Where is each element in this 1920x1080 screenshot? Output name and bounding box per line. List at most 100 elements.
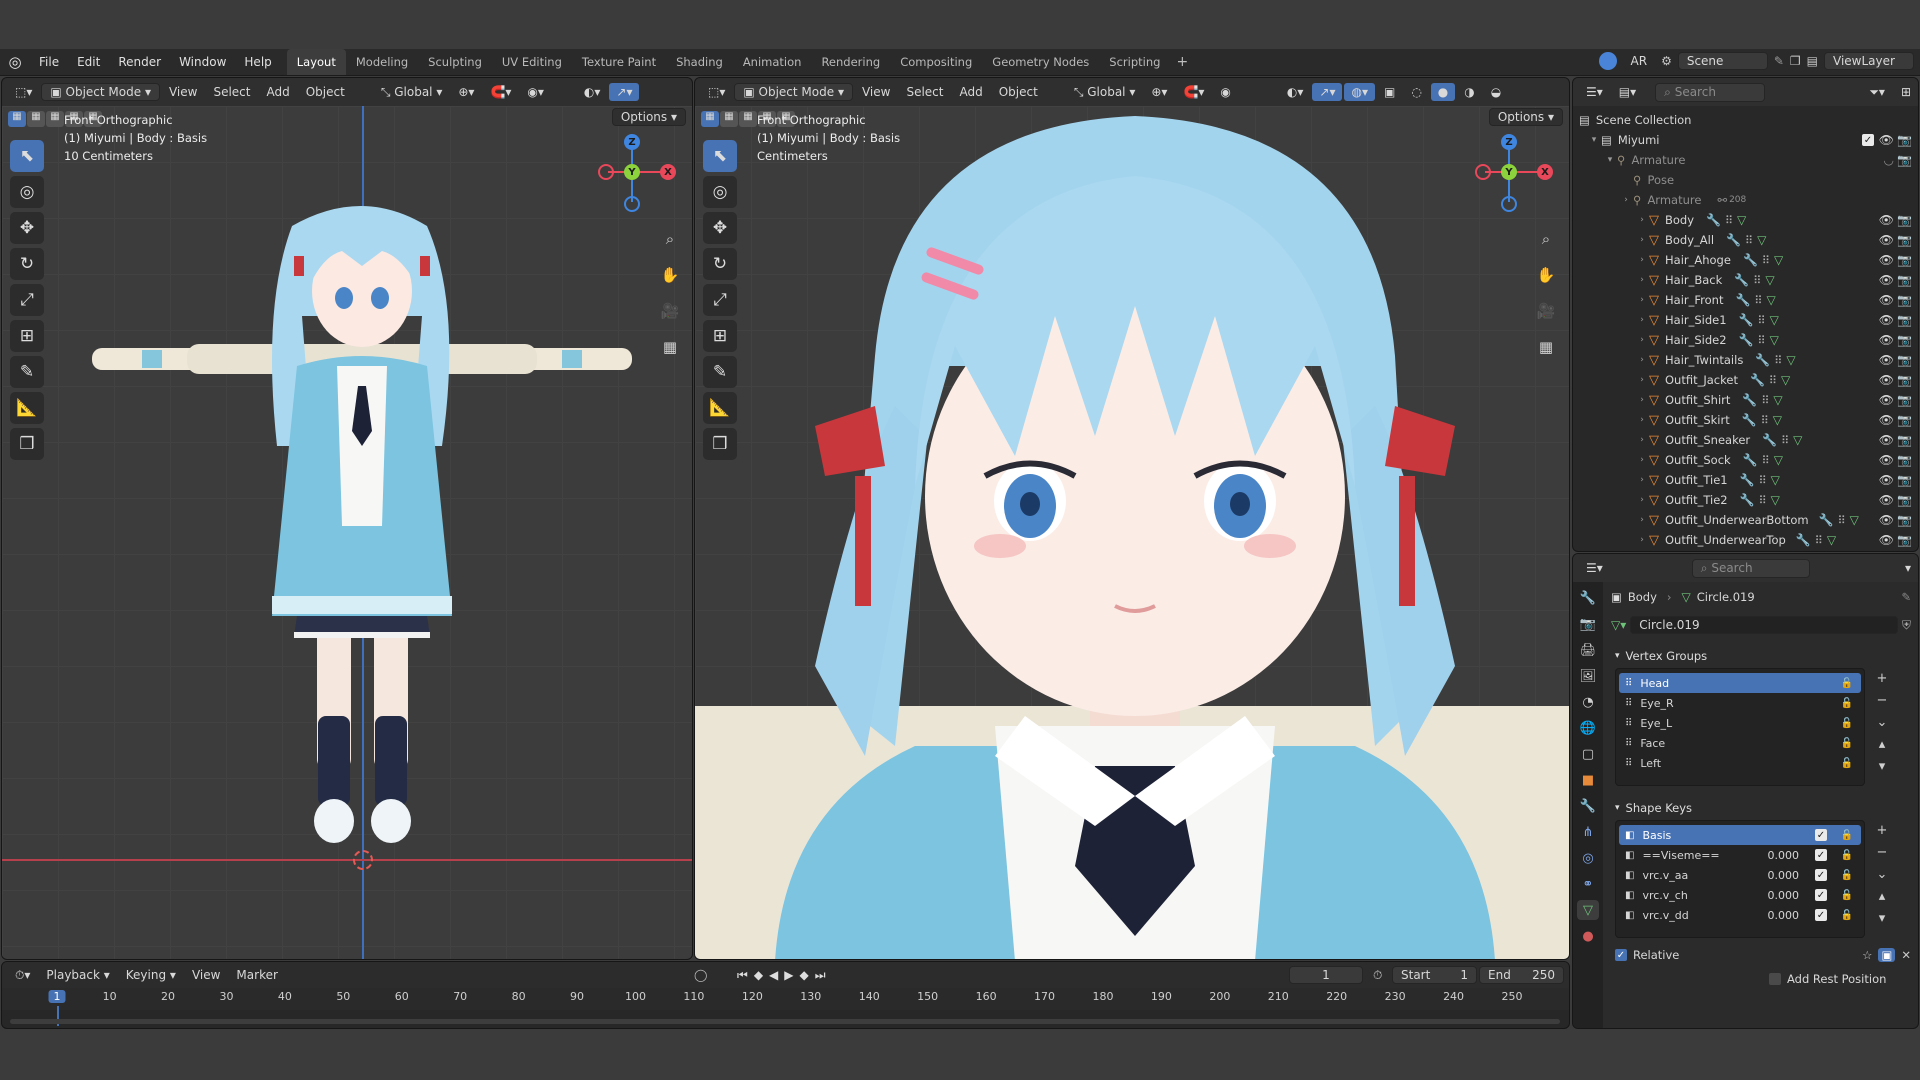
vertex-group-item[interactable]: ⠿ Eye_R 🔓 [1619, 693, 1861, 713]
shape-key-value[interactable]: 0.000 [1768, 889, 1800, 902]
outliner-object-row[interactable]: › ▽ Hair_Ahoge 🔧 ⠿ ▽ 👁 📷 [1573, 250, 1918, 270]
move-tool[interactable]: ✥ [10, 212, 44, 244]
shading-rendered-icon[interactable]: ◒ [1484, 83, 1508, 101]
overlay-toggle-icon[interactable]: ◍▾ [1344, 83, 1375, 101]
options-dropdown[interactable]: Options ▾ [611, 108, 686, 126]
visibility-eye-icon[interactable]: 👁 [1879, 353, 1894, 367]
visibility-eye-icon[interactable]: 👁 [1879, 133, 1894, 147]
shading-material-icon[interactable]: ◑ [1457, 83, 1481, 101]
new-scene-icon[interactable]: ❐ [1790, 54, 1801, 68]
render-camera-icon[interactable]: 📷 [1897, 493, 1912, 507]
add-cube-tool[interactable]: ❒ [10, 428, 44, 460]
outliner-object-row[interactable]: › ▽ Outfit_Sock 🔧 ⠿ ▽ 👁 📷 [1573, 450, 1918, 470]
world-tab-icon[interactable]: 🌐 [1577, 718, 1599, 738]
character-close-up[interactable] [695, 106, 1570, 960]
select-subtract-icon[interactable]: ▦ [46, 111, 64, 127]
pin-shapekey-icon[interactable]: ☆ [1862, 948, 1872, 962]
jump-end-icon[interactable]: ⏭ [815, 968, 826, 983]
expand-icon[interactable]: › [1635, 395, 1649, 405]
shape-key-mute-checkbox[interactable]: ✓ [1815, 849, 1827, 861]
transform-tool[interactable]: ⊞ [10, 320, 44, 352]
outliner-object-row[interactable]: › ▽ Body_All 🔧 ⠿ ▽ 👁 📷 [1573, 230, 1918, 250]
timeline-ruler[interactable]: 1 10 20 30 40 50 60 70 80 90 100 110 120 130 140 150 160… [2, 988, 1569, 1026]
tab-compositing[interactable]: Compositing [890, 49, 982, 75]
visibility-eye-icon[interactable]: 👁 [1879, 273, 1894, 287]
annotate-tool-2[interactable]: ✎ [703, 356, 737, 388]
camera-icon[interactable]: 🎥 [657, 298, 683, 324]
particles-tab-icon[interactable]: ⋔ [1577, 822, 1599, 842]
move-tool-2[interactable]: ✥ [703, 212, 737, 244]
modifier-icon[interactable]: 🔧 [1762, 433, 1777, 447]
shape-key-value[interactable]: 0.000 [1768, 849, 1800, 862]
render-camera-icon[interactable]: 📷 [1897, 353, 1912, 367]
shapekey-specials-icon[interactable]: ⌄ [1871, 864, 1893, 884]
modifier-icon[interactable]: 🔧 [1742, 393, 1757, 407]
orientation-select-2[interactable]: ⤡ Global ▾ [1067, 83, 1143, 102]
options-dropdown-2[interactable]: Options ▾ [1488, 108, 1563, 126]
outliner-object-row[interactable]: › ▽ Outfit_Jacket 🔧 ⠿ ▽ 👁 📷 [1573, 370, 1918, 390]
visibility-eye-icon[interactable]: 👁 [1879, 393, 1894, 407]
shapekey-move-down-icon[interactable]: ▾ [1871, 908, 1893, 928]
shape-key-item[interactable]: ◧ vrc.v_dd 0.000 ✓ 🔓 [1619, 905, 1861, 925]
modifier-icon[interactable]: 🔧 [1735, 293, 1750, 307]
expand-icon[interactable]: › [1635, 255, 1649, 265]
physics-tab-icon[interactable]: ◎ [1577, 848, 1599, 868]
gizmo-y[interactable]: Y [624, 164, 640, 180]
tab-modeling[interactable]: Modeling [346, 49, 418, 75]
snap-icon-2[interactable]: 🧲▾ [1176, 83, 1211, 101]
vgroup-move-up-icon[interactable]: ▴ [1871, 734, 1893, 754]
shapekey-move-up-icon[interactable]: ▴ [1871, 886, 1893, 906]
lock-icon[interactable]: 🔓 [1841, 830, 1853, 841]
select-extend-icon-2[interactable]: ▦ [720, 111, 738, 127]
visibility-eye-icon[interactable]: 👁 [1879, 473, 1894, 487]
vgroup-remove-icon[interactable]: − [1871, 690, 1893, 710]
vertex-group-item[interactable]: ⠿ Eye_L 🔓 [1619, 713, 1861, 733]
navigation-gizmo-2[interactable]: Z X Y [1475, 134, 1555, 214]
gizmo-neg-x[interactable] [598, 164, 614, 180]
timeline-view-menu[interactable]: View [185, 966, 227, 984]
select-tool[interactable]: ⬉ [10, 140, 44, 172]
select-tool-2[interactable]: ⬉ [703, 140, 737, 172]
lock-icon[interactable]: 🔓 [1841, 890, 1853, 901]
select-extend-icon[interactable]: ▦ [27, 111, 45, 127]
expand-icon[interactable]: › [1635, 275, 1649, 285]
play-reverse-icon[interactable]: ◀ [769, 968, 778, 982]
outliner-object-row[interactable]: › ▽ Outfit_UnderwearBottom 🔧 ⠿ ▽ 👁 📷 [1573, 510, 1918, 530]
render-camera-icon[interactable]: 📷 [1897, 313, 1912, 327]
modifier-icon[interactable]: 🔧 [1739, 313, 1754, 327]
tab-rendering[interactable]: Rendering [811, 49, 890, 75]
proportional-icon[interactable]: ◉▾ [520, 83, 551, 101]
add-workspace-icon[interactable]: + [1170, 54, 1194, 70]
expand-icon[interactable]: › [1635, 515, 1649, 525]
expand-icon[interactable]: › [1635, 315, 1649, 325]
outliner-object-row[interactable]: › ▽ Hair_Side2 🔧 ⠿ ▽ 👁 📷 [1573, 330, 1918, 350]
visibility-eye-icon[interactable]: 👁 [1879, 213, 1894, 227]
vertex-group-item[interactable]: ⠿ Head 🔓 [1619, 673, 1861, 693]
visibility-eye-icon[interactable]: 👁 [1879, 373, 1894, 387]
clear-shapekeys-icon[interactable]: ✕ [1901, 948, 1911, 962]
measure-tool[interactable]: 📐 [10, 392, 44, 424]
vgroup-move-down-icon[interactable]: ▾ [1871, 756, 1893, 776]
properties-search[interactable]: ⌕ Search [1691, 558, 1810, 578]
measure-tool-2[interactable]: 📐 [703, 392, 737, 424]
shading-solid-icon[interactable]: ● [1430, 83, 1456, 101]
outliner-object-row[interactable]: › ▽ Hair_Twintails 🔧 ⠿ ▽ 👁 📷 [1573, 350, 1918, 370]
outliner-object-row[interactable]: › ▽ Outfit_UnderwearTop 🔧 ⠿ ▽ 👁 📷 [1573, 530, 1918, 550]
shape-key-mute-checkbox[interactable]: ✓ [1815, 829, 1827, 841]
expand-icon[interactable]: › [1635, 335, 1649, 345]
modifier-icon[interactable]: 🔧 [1740, 473, 1755, 487]
gizmo-x[interactable]: X [660, 164, 676, 180]
gizmo-y-2[interactable]: Y [1501, 164, 1517, 180]
gizmo-neg-z-2[interactable] [1501, 196, 1517, 212]
mesh-browse-icon[interactable]: ▽▾ [1611, 618, 1626, 632]
clock-icon[interactable]: ⏱ [1373, 968, 1382, 983]
viewport-left-canvas[interactable]: ▦ ▦ ▦ ▦ ▦ ⬉ ◎ ✥ ↻ ⤢ ⊞ ✎ 📐 ❒ Front Orthog… [2, 106, 692, 959]
render-tab-icon[interactable]: 📷 [1577, 614, 1599, 634]
outliner-search[interactable]: ⌕ Search [1655, 82, 1766, 102]
ortho-toggle-icon-2[interactable]: ▦ [1533, 334, 1559, 360]
tab-animation[interactable]: Animation [733, 49, 812, 75]
select-menu-2[interactable]: Select [899, 83, 950, 101]
tab-shading[interactable]: Shading [666, 49, 733, 75]
tab-layout[interactable]: Layout [286, 49, 346, 75]
pivot-icon[interactable]: ⊕▾ [451, 83, 481, 101]
